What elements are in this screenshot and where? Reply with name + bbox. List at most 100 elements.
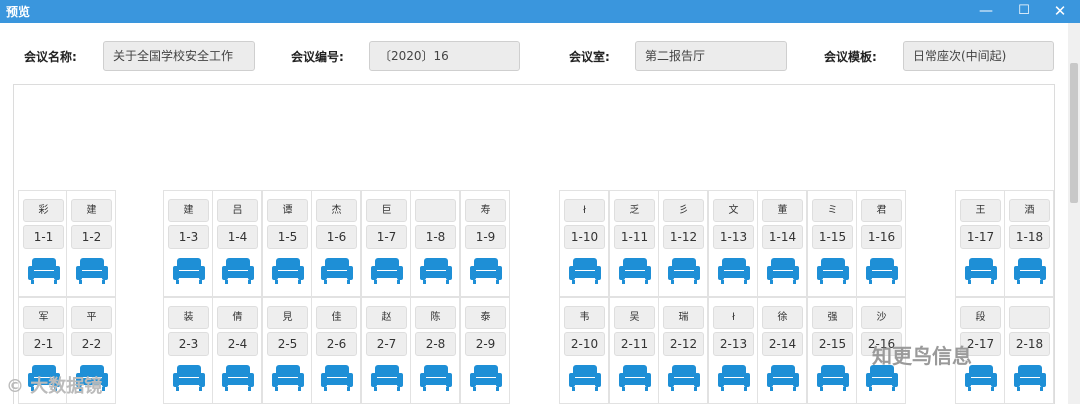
seat-name-field[interactable]: 佳 xyxy=(316,306,357,329)
armchair-icon[interactable] xyxy=(668,255,700,285)
seat-name-field[interactable]: 彡 xyxy=(663,199,704,222)
seat-1-16[interactable]: 君 1-16 xyxy=(856,190,906,297)
meeting-room-field[interactable]: 第二报告厅 xyxy=(635,41,787,71)
armchair-icon[interactable] xyxy=(28,255,60,285)
seat-name-field[interactable]: 装 xyxy=(168,306,209,329)
armchair-icon[interactable] xyxy=(619,362,651,392)
seat-name-field[interactable]: 强 xyxy=(812,306,853,329)
seat-name-field[interactable]: 谭 xyxy=(267,199,308,222)
seat-2-8[interactable]: 陈 2-8 xyxy=(410,297,460,404)
armchair-icon[interactable] xyxy=(420,255,452,285)
armchair-icon[interactable] xyxy=(420,362,452,392)
armchair-icon[interactable] xyxy=(222,255,254,285)
seat-name-field[interactable]: 段 xyxy=(960,306,1001,329)
seat-2-6[interactable]: 佳 2-6 xyxy=(311,297,361,404)
armchair-icon[interactable] xyxy=(173,255,205,285)
seat-1-1[interactable]: 彩 1-1 xyxy=(18,190,68,297)
seat-1-10[interactable]: ł 1-10 xyxy=(559,190,609,297)
armchair-icon[interactable] xyxy=(569,362,601,392)
armchair-icon[interactable] xyxy=(767,362,799,392)
seat-2-4[interactable]: 倩 2-4 xyxy=(212,297,262,404)
seat-name-field[interactable] xyxy=(1009,306,1050,329)
seat-name-field[interactable]: 君 xyxy=(861,199,902,222)
seat-name-field[interactable]: 吕 xyxy=(217,199,258,222)
seat-1-9[interactable]: 寿 1-9 xyxy=(460,190,510,297)
seat-2-10[interactable]: 韦 2-10 xyxy=(559,297,609,404)
armchair-icon[interactable] xyxy=(321,362,353,392)
armchair-icon[interactable] xyxy=(718,362,750,392)
armchair-icon[interactable] xyxy=(1014,255,1046,285)
armchair-icon[interactable] xyxy=(272,255,304,285)
seat-1-2[interactable]: 建 1-2 xyxy=(66,190,116,297)
seat-2-18[interactable]: 2-18 xyxy=(1004,297,1054,404)
seat-name-field[interactable]: 王 xyxy=(960,199,1001,222)
seat-1-4[interactable]: 吕 1-4 xyxy=(212,190,262,297)
armchair-icon[interactable] xyxy=(965,255,997,285)
armchair-icon[interactable] xyxy=(321,255,353,285)
armchair-icon[interactable] xyxy=(1014,362,1046,392)
seat-name-field[interactable]: 徐 xyxy=(762,306,803,329)
seat-name-field[interactable]: 乏 xyxy=(614,199,655,222)
armchair-icon[interactable] xyxy=(668,362,700,392)
armchair-icon[interactable] xyxy=(371,255,403,285)
seat-name-field[interactable]: 瑞 xyxy=(663,306,704,329)
armchair-icon[interactable] xyxy=(817,362,849,392)
meeting-number-field[interactable]: 〔2020〕16 xyxy=(369,41,520,71)
seat-2-5[interactable]: 見 2-5 xyxy=(262,297,312,404)
seat-name-field[interactable]: ł xyxy=(713,306,754,329)
seat-1-8[interactable]: 1-8 xyxy=(410,190,460,297)
seat-2-7[interactable]: 赵 2-7 xyxy=(361,297,411,404)
seat-2-15[interactable]: 强 2-15 xyxy=(807,297,857,404)
close-icon[interactable]: ✕ xyxy=(1040,0,1080,23)
seat-name-field[interactable]: 文 xyxy=(713,199,754,222)
armchair-icon[interactable] xyxy=(222,362,254,392)
armchair-icon[interactable] xyxy=(173,362,205,392)
minimize-icon[interactable]: — xyxy=(966,0,1006,23)
maximize-icon[interactable]: ☐ xyxy=(1004,0,1044,23)
seat-2-12[interactable]: 瑞 2-12 xyxy=(658,297,708,404)
seat-name-field[interactable]: 寿 xyxy=(465,199,506,222)
seat-1-5[interactable]: 谭 1-5 xyxy=(262,190,312,297)
seat-name-field[interactable]: 見 xyxy=(267,306,308,329)
seat-name-field[interactable]: 建 xyxy=(71,199,112,222)
armchair-icon[interactable] xyxy=(569,255,601,285)
armchair-icon[interactable] xyxy=(272,362,304,392)
seat-name-field[interactable]: 军 xyxy=(23,306,64,329)
seat-1-7[interactable]: 巨 1-7 xyxy=(361,190,411,297)
seat-name-field[interactable]: 建 xyxy=(168,199,209,222)
seat-1-18[interactable]: 酒 1-18 xyxy=(1004,190,1054,297)
seat-1-3[interactable]: 建 1-3 xyxy=(163,190,213,297)
seat-name-field[interactable]: 平 xyxy=(71,306,112,329)
seat-name-field[interactable] xyxy=(415,199,456,222)
seat-2-11[interactable]: 吴 2-11 xyxy=(609,297,659,404)
meeting-template-field[interactable]: 日常座次(中间起) xyxy=(903,41,1054,71)
armchair-icon[interactable] xyxy=(76,255,108,285)
seat-name-field[interactable]: ł xyxy=(564,199,605,222)
seat-1-13[interactable]: 文 1-13 xyxy=(708,190,758,297)
seat-2-14[interactable]: 徐 2-14 xyxy=(757,297,807,404)
seat-1-14[interactable]: 董 1-14 xyxy=(757,190,807,297)
seat-1-12[interactable]: 彡 1-12 xyxy=(658,190,708,297)
seat-name-field[interactable]: 泰 xyxy=(465,306,506,329)
seat-1-17[interactable]: 王 1-17 xyxy=(955,190,1005,297)
seat-name-field[interactable]: 杰 xyxy=(316,199,357,222)
seat-2-13[interactable]: ł 2-13 xyxy=(708,297,758,404)
seat-1-6[interactable]: 杰 1-6 xyxy=(311,190,361,297)
armchair-icon[interactable] xyxy=(371,362,403,392)
seat-1-15[interactable]: ミ 1-15 xyxy=(807,190,857,297)
armchair-icon[interactable] xyxy=(470,362,502,392)
seat-name-field[interactable]: 酒 xyxy=(1009,199,1050,222)
vertical-scrollbar[interactable] xyxy=(1068,23,1080,404)
seat-name-field[interactable]: 董 xyxy=(762,199,803,222)
seat-name-field[interactable]: 沙 xyxy=(861,306,902,329)
armchair-icon[interactable] xyxy=(619,255,651,285)
armchair-icon[interactable] xyxy=(718,255,750,285)
seat-name-field[interactable]: 陈 xyxy=(415,306,456,329)
seat-name-field[interactable]: 彩 xyxy=(23,199,64,222)
seat-name-field[interactable]: 巨 xyxy=(366,199,407,222)
armchair-icon[interactable] xyxy=(470,255,502,285)
armchair-icon[interactable] xyxy=(817,255,849,285)
meeting-name-field[interactable]: 关于全国学校安全工作 xyxy=(103,41,255,71)
seat-name-field[interactable]: 韦 xyxy=(564,306,605,329)
seat-2-9[interactable]: 泰 2-9 xyxy=(460,297,510,404)
